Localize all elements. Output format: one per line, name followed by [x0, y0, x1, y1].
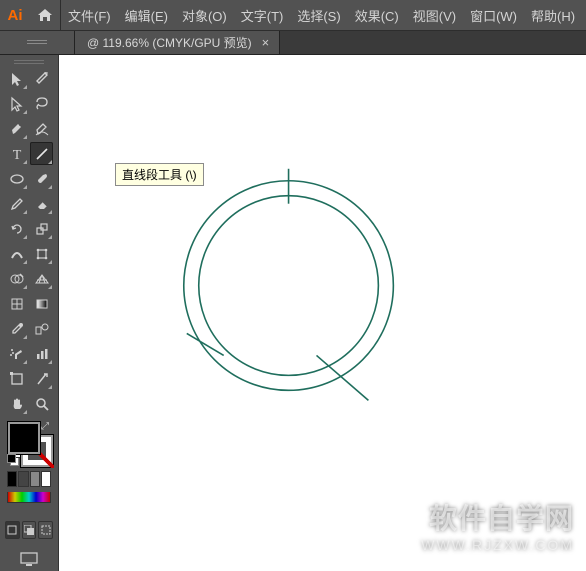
paintbrush-tool[interactable] — [30, 167, 53, 190]
width-tool[interactable] — [5, 242, 28, 265]
menu-file[interactable]: 文件(F) — [61, 0, 118, 30]
artboard[interactable]: 软件自学网 WWW.RJZXW.COM — [59, 55, 586, 571]
gradient-tool[interactable] — [30, 292, 53, 315]
eraser-tool[interactable] — [30, 192, 53, 215]
tool-panel: T — [0, 55, 59, 571]
rotate-tool[interactable] — [5, 217, 28, 240]
menu-bar: 文件(F) 编辑(E) 对象(O) 文字(T) 选择(S) 效果(C) 视图(V… — [61, 0, 582, 30]
shape-builder-tool[interactable] — [5, 267, 28, 290]
magic-wand-tool[interactable] — [30, 67, 53, 90]
swatch-black[interactable] — [7, 471, 17, 487]
draw-normal[interactable] — [5, 521, 20, 539]
slice-tool[interactable] — [30, 367, 53, 390]
tick-bottom-left[interactable] — [187, 333, 224, 355]
home-icon — [37, 8, 53, 22]
scale-tool[interactable] — [30, 217, 53, 240]
ellipse-tool[interactable] — [5, 167, 28, 190]
default-fill-stroke[interactable] — [7, 454, 17, 464]
main-area: T — [0, 55, 586, 571]
free-transform-tool[interactable] — [30, 242, 53, 265]
home-button[interactable] — [30, 0, 60, 30]
screen-mode-button[interactable] — [5, 548, 53, 570]
document-tab-strip: @ 119.66% (CMYK/GPU 预览) × — [0, 31, 586, 55]
artboard-tool[interactable] — [5, 367, 28, 390]
swatch-white[interactable] — [41, 471, 51, 487]
spectrum-swatch[interactable] — [7, 492, 51, 503]
pencil-tool[interactable] — [5, 192, 28, 215]
app-logo-text: Ai — [8, 7, 23, 24]
menu-view[interactable]: 视图(V) — [406, 0, 463, 30]
inner-circle[interactable] — [199, 196, 379, 376]
tab-strip-handle[interactable] — [0, 31, 75, 54]
grayscale-swatches — [7, 471, 51, 485]
top-bar: Ai 文件(F) 编辑(E) 对象(O) 文字(T) 选择(S) 效果(C) 视… — [0, 0, 586, 31]
direct-selection-tool[interactable] — [5, 92, 28, 115]
lasso-tool[interactable] — [30, 92, 53, 115]
mesh-tool[interactable] — [5, 292, 28, 315]
column-graph-tool[interactable] — [30, 342, 53, 365]
tool-tooltip: 直线段工具 (\) — [115, 163, 204, 186]
draw-behind[interactable] — [22, 521, 37, 539]
perspective-grid-tool[interactable] — [30, 267, 53, 290]
canvas-area[interactable]: 软件自学网 WWW.RJZXW.COM 直线段工具 (\) — [59, 55, 586, 571]
tool-panel-grip[interactable] — [3, 59, 55, 67]
menu-window[interactable]: 窗口(W) — [463, 0, 524, 30]
symbol-sprayer-tool[interactable] — [5, 342, 28, 365]
draw-inside[interactable] — [38, 521, 53, 539]
zoom-tool[interactable] — [30, 392, 53, 415]
menu-help[interactable]: 帮助(H) — [524, 0, 582, 30]
menu-type[interactable]: 文字(T) — [234, 0, 291, 30]
app-logo: Ai — [0, 0, 30, 30]
swatch-darkgray[interactable] — [18, 471, 28, 487]
fill-swatch[interactable] — [8, 422, 40, 454]
svg-text:T: T — [12, 148, 21, 162]
tool-grid: T — [3, 67, 55, 565]
close-tab-button[interactable]: × — [262, 35, 270, 50]
app-frame: Ai 文件(F) 编辑(E) 对象(O) 文字(T) 选择(S) 效果(C) 视… — [0, 0, 586, 571]
line-tool[interactable] — [30, 142, 53, 165]
draw-mode-row — [5, 521, 53, 541]
document-tab[interactable]: @ 119.66% (CMYK/GPU 预览) × — [75, 31, 280, 54]
swap-fill-stroke[interactable]: ⤢ — [41, 421, 49, 432]
swatch-gray[interactable] — [30, 471, 40, 487]
artwork — [59, 55, 586, 571]
grip-icon — [14, 60, 44, 66]
fill-stroke-swatch[interactable]: ⤢ — [5, 420, 53, 466]
menu-effect[interactable]: 效果(C) — [348, 0, 406, 30]
eyedropper-tool[interactable] — [5, 317, 28, 340]
menu-select[interactable]: 选择(S) — [290, 0, 347, 30]
type-tool[interactable]: T — [5, 142, 28, 165]
curvature-pen-tool[interactable] — [30, 117, 53, 140]
outer-circle[interactable] — [184, 181, 394, 391]
blend-tool[interactable] — [30, 317, 53, 340]
drag-handle-icon — [27, 39, 47, 47]
selection-tool[interactable] — [5, 67, 28, 90]
hand-tool[interactable] — [5, 392, 28, 415]
screen-mode-icon — [20, 552, 38, 566]
menu-edit[interactable]: 编辑(E) — [118, 0, 175, 30]
menu-object[interactable]: 对象(O) — [175, 0, 234, 30]
pen-tool[interactable] — [5, 117, 28, 140]
document-tab-label: @ 119.66% (CMYK/GPU 预览) — [87, 34, 252, 51]
